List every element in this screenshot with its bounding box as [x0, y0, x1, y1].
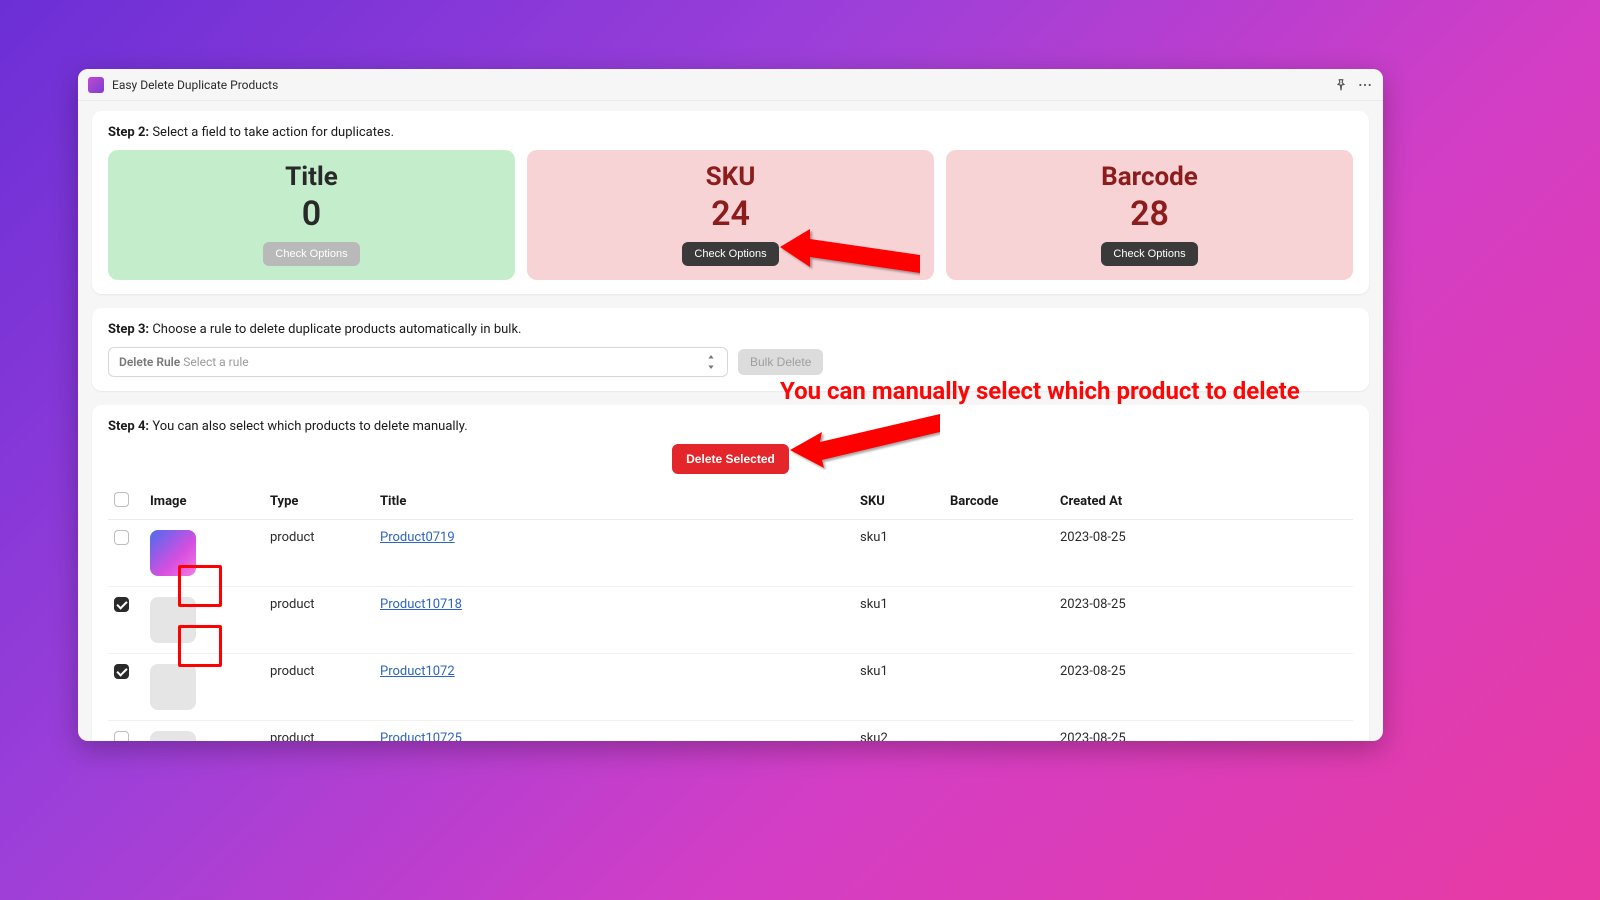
step4-label: Step 4: You can also select which produc… — [108, 419, 1353, 434]
field-card-title: Title 0 Check Options — [108, 150, 515, 280]
product-title-link[interactable]: Product10718 — [380, 597, 462, 612]
table-row: product Product0719 sku1 2023-08-25 — [108, 520, 1353, 587]
field-card-title-count: 0 — [118, 194, 505, 234]
row-type: product — [264, 721, 374, 742]
delete-rule-select[interactable]: Delete Rule Select a rule — [108, 347, 728, 377]
row-created: 2023-08-25 — [1054, 654, 1353, 721]
row-sku: sku1 — [854, 654, 944, 721]
step4-panel: Step 4: You can also select which produc… — [92, 405, 1369, 741]
product-thumbnail — [150, 530, 196, 576]
col-header-title: Title — [374, 484, 854, 520]
col-header-barcode: Barcode — [944, 484, 1054, 520]
row-checkbox[interactable] — [114, 664, 129, 679]
table-row: product Product1072 sku1 2023-08-25 — [108, 654, 1353, 721]
table-row: product Product10725 sku2 2023-08-25 — [108, 721, 1353, 742]
app-title: Easy Delete Duplicate Products — [112, 78, 278, 92]
check-options-barcode-button[interactable]: Check Options — [1101, 242, 1197, 266]
products-table: Image Type Title SKU Barcode Created At … — [108, 484, 1353, 741]
col-header-image: Image — [144, 484, 264, 520]
field-card-sku: SKU 24 Check Options — [527, 150, 934, 280]
check-options-sku-button[interactable]: Check Options — [682, 242, 778, 266]
row-created: 2023-08-25 — [1054, 520, 1353, 587]
row-barcode — [944, 587, 1054, 654]
row-barcode — [944, 654, 1054, 721]
product-thumbnail — [150, 597, 196, 643]
check-options-title-button[interactable]: Check Options — [263, 242, 359, 266]
content-area: Step 2: Select a field to take action fo… — [78, 101, 1383, 741]
product-thumbnail — [150, 731, 196, 741]
row-checkbox[interactable] — [114, 530, 129, 545]
app-window: Easy Delete Duplicate Products Step 2: S… — [78, 69, 1383, 741]
row-type: product — [264, 654, 374, 721]
step3-label: Step 3: Choose a rule to delete duplicat… — [108, 322, 1353, 337]
chevron-up-down-icon — [705, 355, 717, 369]
product-title-link[interactable]: Product10725 — [380, 731, 462, 741]
row-type: product — [264, 520, 374, 587]
app-icon — [88, 77, 104, 93]
field-card-title-label: Title — [118, 162, 505, 192]
product-title-link[interactable]: Product1072 — [380, 664, 455, 679]
field-card-barcode-count: 28 — [956, 194, 1343, 234]
col-header-type: Type — [264, 484, 374, 520]
field-card-sku-label: SKU — [537, 162, 924, 192]
row-sku: sku1 — [854, 520, 944, 587]
row-barcode — [944, 520, 1054, 587]
delete-selected-button[interactable]: Delete Selected — [672, 444, 789, 474]
row-sku: sku1 — [854, 587, 944, 654]
step2-label: Step 2: Select a field to take action fo… — [108, 125, 1353, 140]
product-thumbnail — [150, 664, 196, 710]
field-cards-row: Title 0 Check Options SKU 24 Check Optio… — [108, 150, 1353, 280]
annotation-text: You can manually select which product to… — [780, 377, 1300, 405]
more-icon[interactable] — [1357, 77, 1373, 93]
row-created: 2023-08-25 — [1054, 587, 1353, 654]
field-card-sku-count: 24 — [537, 194, 924, 234]
titlebar: Easy Delete Duplicate Products — [78, 69, 1383, 101]
field-card-barcode: Barcode 28 Check Options — [946, 150, 1353, 280]
row-barcode — [944, 721, 1054, 742]
pin-icon[interactable] — [1333, 77, 1349, 93]
table-row: product Product10718 sku1 2023-08-25 — [108, 587, 1353, 654]
product-title-link[interactable]: Product0719 — [380, 530, 455, 545]
row-sku: sku2 — [854, 721, 944, 742]
select-all-checkbox[interactable] — [114, 492, 129, 507]
col-header-created: Created At — [1054, 484, 1353, 520]
field-card-barcode-label: Barcode — [956, 162, 1343, 192]
row-created: 2023-08-25 — [1054, 721, 1353, 742]
row-checkbox[interactable] — [114, 731, 129, 741]
col-header-sku: SKU — [854, 484, 944, 520]
bulk-delete-button[interactable]: Bulk Delete — [738, 349, 823, 375]
row-type: product — [264, 587, 374, 654]
row-checkbox[interactable] — [114, 597, 129, 612]
step2-panel: Step 2: Select a field to take action fo… — [92, 111, 1369, 294]
